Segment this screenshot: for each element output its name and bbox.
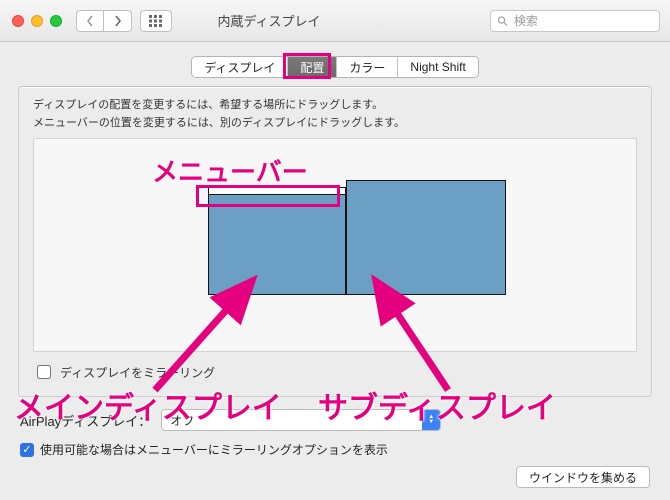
show-all-button[interactable] xyxy=(140,10,172,32)
mirror-displays-label: ディスプレイをミラーリング xyxy=(60,364,215,381)
tab-night-shift[interactable]: Night Shift xyxy=(398,57,477,77)
select-stepper-icon: ▲▼ xyxy=(422,410,440,430)
tab-arrangement[interactable]: 配置 xyxy=(288,57,337,77)
show-mirror-option-label: 使用可能な場合はメニューバーにミラーリングオプションを表示 xyxy=(40,441,388,458)
nav-forward-button[interactable] xyxy=(104,10,132,32)
tab-bar: ディスプレイ 配置 カラー Night Shift xyxy=(0,56,670,78)
airplay-row: AirPlayディスプレイ： オフ ▲▼ xyxy=(20,409,650,431)
chevron-left-icon xyxy=(86,15,94,27)
gather-windows-button[interactable]: ウインドウを集める xyxy=(516,466,650,488)
show-mirror-option-checkbox[interactable]: ✓ xyxy=(20,443,34,457)
display-arrangement-area[interactable] xyxy=(33,138,637,352)
window-close-button[interactable] xyxy=(12,15,24,27)
window-minimize-button[interactable] xyxy=(31,15,43,27)
hint-line-2: メニューバーの位置を変更するには、別のディスプレイにドラッグします。 xyxy=(33,115,637,133)
display-secondary[interactable] xyxy=(346,180,506,295)
tab-display[interactable]: ディスプレイ xyxy=(192,57,288,77)
nav-back-button[interactable] xyxy=(76,10,104,32)
window-traffic-lights xyxy=(12,15,62,27)
search-field[interactable] xyxy=(490,10,660,32)
nav-back-forward xyxy=(76,10,132,32)
airplay-label: AirPlayディスプレイ： xyxy=(20,411,151,430)
show-mirror-option-row: ✓ 使用可能な場合はメニューバーにミラーリングオプションを表示 xyxy=(20,441,650,458)
airplay-selected-value: オフ xyxy=(170,412,194,429)
display-menubar-strip[interactable] xyxy=(209,188,345,195)
tab-color[interactable]: カラー xyxy=(337,57,398,77)
chevron-right-icon xyxy=(114,15,122,27)
airplay-select[interactable]: オフ ▲▼ xyxy=(161,409,441,431)
grid-icon xyxy=(149,15,163,27)
tabs-segmented: ディスプレイ 配置 カラー Night Shift xyxy=(191,56,479,78)
display-main[interactable] xyxy=(208,187,346,295)
arrangement-panel: ディスプレイの配置を変更するには、希望する場所にドラッグします。 メニューバーの… xyxy=(18,86,652,397)
hint-line-1: ディスプレイの配置を変更するには、希望する場所にドラッグします。 xyxy=(33,97,637,115)
window-zoom-button[interactable] xyxy=(50,15,62,27)
titlebar: 内蔵ディスプレイ xyxy=(0,0,670,42)
search-input[interactable] xyxy=(512,13,653,29)
search-icon xyxy=(497,15,508,27)
mirror-displays-checkbox[interactable] xyxy=(37,365,51,379)
hint-text: ディスプレイの配置を変更するには、希望する場所にドラッグします。 メニューバーの… xyxy=(33,97,637,132)
mirror-displays-row: ディスプレイをミラーリング xyxy=(33,362,637,382)
